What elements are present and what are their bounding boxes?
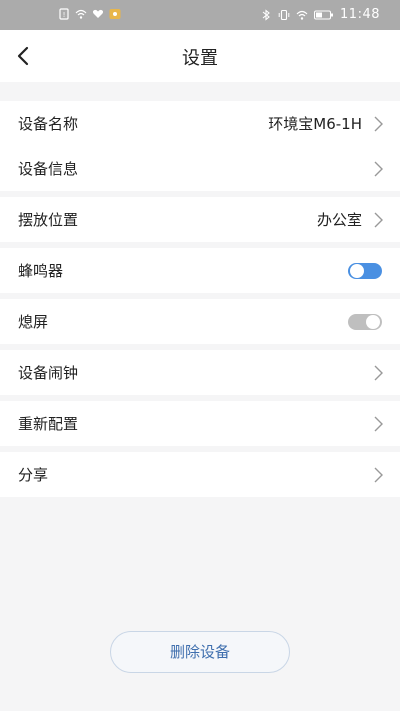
chevron-right-icon: [374, 116, 383, 132]
row-label: 设备名称: [18, 115, 79, 133]
battery-icon: [314, 10, 334, 19]
status-bar: ! 11:48: [0, 0, 400, 30]
delete-device-button[interactable]: 删除设备: [110, 631, 290, 673]
row-label: 设备闹钟: [18, 364, 79, 382]
chevron-right-icon: [374, 161, 383, 177]
row-alarm[interactable]: 设备闹钟: [0, 350, 400, 395]
chevron-right-icon: [374, 212, 383, 228]
row-share[interactable]: 分享: [0, 452, 400, 497]
buzzer-toggle[interactable]: [348, 263, 382, 279]
wifi-icon: [296, 10, 308, 20]
sim-icon: !: [59, 8, 69, 20]
toggle-knob: [366, 315, 380, 329]
page-title: 设置: [182, 48, 218, 69]
row-label: 重新配置: [18, 415, 79, 433]
vibrate-icon: [278, 9, 290, 20]
screen-off-toggle[interactable]: [348, 314, 382, 330]
heart-icon: [92, 9, 104, 18]
chevron-right-icon: [374, 365, 383, 381]
status-left-icons: !: [58, 8, 121, 20]
row-label: 分享: [18, 466, 49, 484]
row-value: 环境宝M6-1H: [268, 115, 362, 133]
nav-bar: 设置: [0, 30, 400, 82]
row-screen-off: 熄屏: [0, 299, 400, 344]
wifi-icon: [75, 9, 87, 19]
row-device-name[interactable]: 设备名称 环境宝M6-1H: [0, 101, 400, 146]
status-time: 11:48: [340, 7, 380, 22]
status-right-icons: 11:48: [260, 7, 380, 22]
svg-text:!: !: [63, 11, 66, 19]
row-buzzer: 蜂鸣器: [0, 248, 400, 293]
row-label: 设备信息: [18, 160, 79, 178]
chevron-right-icon: [374, 467, 383, 483]
row-reconfigure[interactable]: 重新配置: [0, 401, 400, 446]
row-label: 熄屏: [18, 313, 49, 331]
notification-icon: [109, 9, 121, 19]
row-label: 摆放位置: [18, 211, 79, 229]
chevron-right-icon: [374, 416, 383, 432]
row-device-info[interactable]: 设备信息: [0, 146, 400, 191]
bluetooth-icon: [262, 8, 270, 21]
row-value: 办公室: [316, 211, 362, 229]
row-location[interactable]: 摆放位置 办公室: [0, 197, 400, 242]
row-label: 蜂鸣器: [18, 262, 64, 280]
toggle-knob: [350, 264, 364, 278]
